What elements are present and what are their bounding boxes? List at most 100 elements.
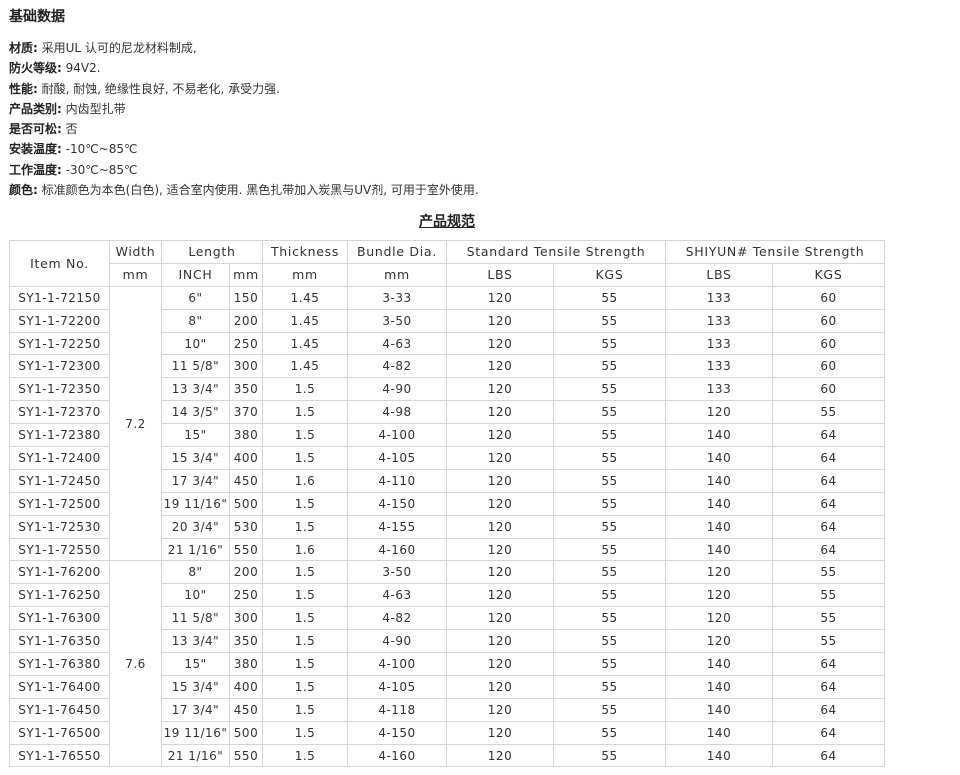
shiyun-kgs-cell: 60 bbox=[772, 331, 885, 356]
thickness-cell: 1.5 bbox=[262, 652, 348, 676]
shiyun-lbs-cell: 140 bbox=[665, 491, 773, 516]
shiyun-kgs-cell: 64 bbox=[772, 537, 885, 562]
property-value: -10℃~85℃ bbox=[65, 142, 138, 157]
length-inch-cell: 19 11/16" bbox=[161, 491, 230, 516]
shiyun-lbs-cell: 140 bbox=[665, 537, 773, 562]
property-value: 94V2. bbox=[65, 61, 101, 76]
col-header-bundle: Bundle Dia. bbox=[347, 240, 447, 264]
unit-length-mm: mm bbox=[229, 262, 263, 287]
item-no-cell: SY1-1-72370 bbox=[9, 400, 110, 425]
length-mm-cell: 380 bbox=[229, 652, 263, 676]
shiyun-lbs-cell: 133 bbox=[665, 308, 773, 333]
std-lbs-cell: 120 bbox=[446, 697, 554, 722]
thickness-cell: 1.6 bbox=[262, 468, 348, 493]
item-no-cell: SY1-1-72250 bbox=[9, 331, 110, 356]
thickness-cell: 1.5 bbox=[262, 560, 348, 585]
length-inch-cell: 17 3/4" bbox=[161, 468, 230, 493]
bundle-dia-cell: 4-150 bbox=[347, 720, 447, 745]
std-lbs-cell: 120 bbox=[446, 354, 554, 379]
bundle-dia-cell: 4-160 bbox=[347, 743, 447, 768]
length-mm-cell: 300 bbox=[229, 354, 263, 379]
bundle-dia-cell: 4-110 bbox=[347, 468, 447, 493]
property-value: 否 bbox=[65, 122, 78, 137]
item-no-cell: SY1-1-76400 bbox=[9, 674, 110, 699]
property-releasable: 是否可松: 否 bbox=[9, 119, 479, 139]
item-no-cell: SY1-1-72200 bbox=[9, 308, 110, 333]
thickness-cell: 1.5 bbox=[262, 720, 348, 745]
property-color: 颜色: 标准颜色为本色(白色), 适合室内使用. 黑色扎带加入炭黑与UV剂, 可… bbox=[9, 180, 479, 200]
thickness-cell: 1.45 bbox=[262, 354, 348, 379]
length-inch-cell: 15" bbox=[161, 423, 230, 448]
shiyun-lbs-cell: 140 bbox=[665, 743, 773, 768]
shiyun-kgs-cell: 64 bbox=[772, 514, 885, 539]
bundle-dia-cell: 4-160 bbox=[347, 537, 447, 562]
thickness-cell: 1.5 bbox=[262, 400, 348, 425]
length-mm-cell: 370 bbox=[229, 400, 263, 425]
std-lbs-cell: 120 bbox=[446, 491, 554, 516]
shiyun-lbs-cell: 133 bbox=[665, 377, 773, 402]
shiyun-lbs-cell: 120 bbox=[665, 560, 773, 585]
property-fire-rating: 防火等级: 94V2. bbox=[9, 58, 479, 78]
item-no-cell: SY1-1-76350 bbox=[9, 629, 110, 654]
std-kgs-cell: 55 bbox=[553, 423, 666, 448]
shiyun-lbs-cell: 120 bbox=[665, 629, 773, 654]
shiyun-lbs-cell: 120 bbox=[665, 583, 773, 608]
length-mm-cell: 550 bbox=[229, 537, 263, 562]
item-no-cell: SY1-1-76500 bbox=[9, 720, 110, 745]
bundle-dia-cell: 4-90 bbox=[347, 377, 447, 402]
shiyun-lbs-cell: 140 bbox=[665, 468, 773, 493]
thickness-cell: 1.5 bbox=[262, 491, 348, 516]
thickness-cell: 1.5 bbox=[262, 446, 348, 470]
width-group-cell: 7.2 bbox=[109, 285, 162, 562]
length-mm-cell: 400 bbox=[229, 446, 263, 470]
std-kgs-cell: 55 bbox=[553, 308, 666, 333]
item-no-cell: SY1-1-76300 bbox=[9, 606, 110, 631]
thickness-cell: 1.5 bbox=[262, 743, 348, 768]
thickness-cell: 1.5 bbox=[262, 674, 348, 699]
length-inch-cell: 21 1/16" bbox=[161, 537, 230, 562]
item-no-cell: SY1-1-72150 bbox=[9, 285, 110, 310]
shiyun-kgs-cell: 55 bbox=[772, 560, 885, 585]
shiyun-kgs-cell: 64 bbox=[772, 743, 885, 768]
item-no-cell: SY1-1-72550 bbox=[9, 537, 110, 562]
property-key: 产品类别: bbox=[9, 101, 62, 116]
length-inch-cell: 17 3/4" bbox=[161, 697, 230, 722]
bundle-dia-cell: 4-90 bbox=[347, 629, 447, 654]
basic-data-title: 基础数据 bbox=[9, 9, 65, 25]
item-no-cell: SY1-1-72380 bbox=[9, 423, 110, 448]
std-kgs-cell: 55 bbox=[553, 743, 666, 768]
unit-bundle-mm: mm bbox=[347, 262, 447, 287]
length-mm-cell: 500 bbox=[229, 720, 263, 745]
shiyun-kgs-cell: 64 bbox=[772, 423, 885, 448]
bundle-dia-cell: 4-63 bbox=[347, 583, 447, 608]
std-lbs-cell: 120 bbox=[446, 331, 554, 356]
std-lbs-cell: 120 bbox=[446, 446, 554, 470]
length-inch-cell: 15" bbox=[161, 652, 230, 676]
std-kgs-cell: 55 bbox=[553, 285, 666, 310]
shiyun-kgs-cell: 64 bbox=[772, 491, 885, 516]
bundle-dia-cell: 4-150 bbox=[347, 491, 447, 516]
bundle-dia-cell: 4-82 bbox=[347, 354, 447, 379]
std-kgs-cell: 55 bbox=[553, 537, 666, 562]
property-key: 是否可松: bbox=[9, 122, 62, 137]
length-inch-cell: 13 3/4" bbox=[161, 377, 230, 402]
property-list: 材质: 采用UL 认可的尼龙材料制成, 防火等级: 94V2. 性能: 耐酸, … bbox=[9, 38, 479, 200]
unit-standard-kgs: KGS bbox=[553, 262, 666, 287]
shiyun-kgs-cell: 55 bbox=[772, 583, 885, 608]
shiyun-kgs-cell: 60 bbox=[772, 377, 885, 402]
length-mm-cell: 400 bbox=[229, 674, 263, 699]
item-no-cell: SY1-1-72450 bbox=[9, 468, 110, 493]
length-mm-cell: 380 bbox=[229, 423, 263, 448]
std-lbs-cell: 120 bbox=[446, 468, 554, 493]
length-inch-cell: 10" bbox=[161, 331, 230, 356]
table-row: SY1-1-76200 7.6 8" 200 1.5 3-50 120 55 120 55 bbox=[9, 560, 885, 768]
table-row: SY1-1-72150 7.2 6" 150 1.45 3-33 120 55 133 60 bbox=[9, 285, 885, 562]
item-no-cell: SY1-1-76450 bbox=[9, 697, 110, 722]
shiyun-lbs-cell: 140 bbox=[665, 652, 773, 676]
bundle-dia-cell: 4-100 bbox=[347, 652, 447, 676]
thickness-cell: 1.45 bbox=[262, 308, 348, 333]
width-group-cell: 7.6 bbox=[109, 560, 162, 768]
std-kgs-cell: 55 bbox=[553, 629, 666, 654]
shiyun-kgs-cell: 60 bbox=[772, 285, 885, 310]
length-inch-cell: 19 11/16" bbox=[161, 720, 230, 745]
